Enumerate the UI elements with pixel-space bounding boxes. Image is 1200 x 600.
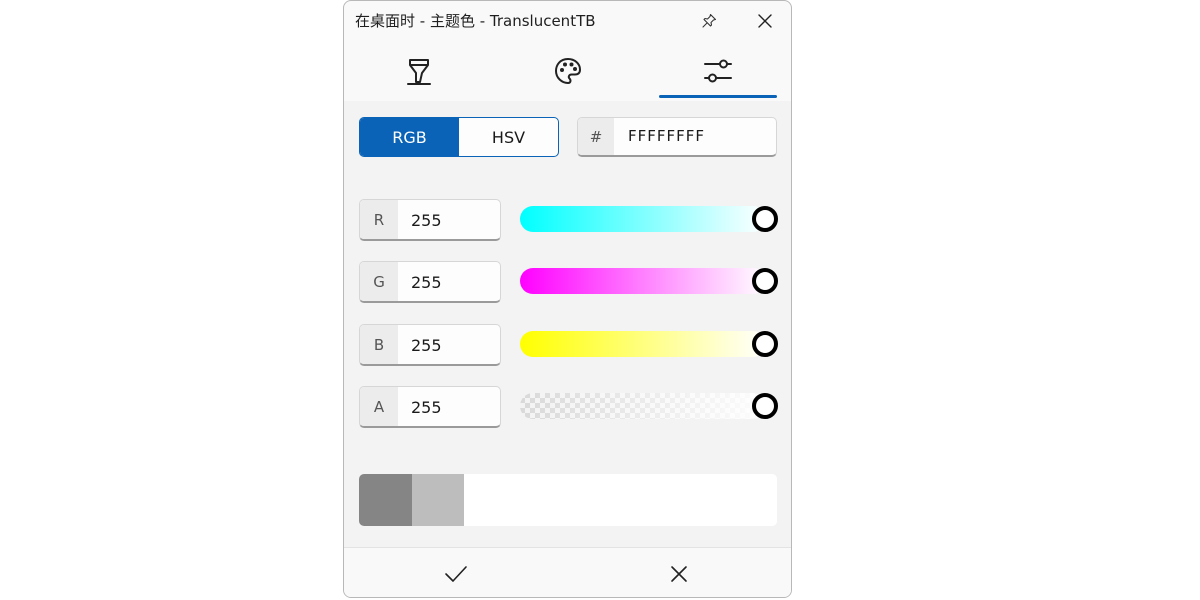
confirm-button[interactable] [436, 558, 476, 590]
color-preview [359, 474, 777, 526]
green-channel-label: G [360, 262, 398, 301]
green-slider-track[interactable] [520, 268, 766, 294]
green-slider[interactable] [520, 266, 778, 296]
red-channel-label: R [360, 200, 398, 239]
alpha-channel-value: 255 [411, 398, 442, 417]
color-editor: RGB HSV # FFFFFFFF R 255 G 255 B 255 A 2… [344, 101, 791, 547]
close-icon [671, 566, 687, 582]
blue-channel-input[interactable]: B 255 [359, 324, 501, 366]
color-picker-window: 在桌面时 - 主题色 - TranslucentTB RGB HSV # FFF… [343, 0, 792, 598]
blue-slider[interactable] [520, 329, 778, 359]
pin-icon [702, 13, 717, 28]
red-channel-value: 255 [411, 211, 442, 230]
rgb-mode-button[interactable]: RGB [360, 118, 459, 156]
hex-value: FFFFFFFF [628, 127, 706, 145]
red-slider[interactable] [520, 204, 778, 234]
tab-sliders[interactable] [659, 43, 777, 99]
hex-input[interactable]: # FFFFFFFF [577, 117, 777, 157]
sliders-icon [704, 59, 732, 83]
selected-tab-indicator [659, 95, 777, 98]
hex-prefix-label: # [578, 118, 614, 155]
alpha-channel-label: A [360, 387, 398, 426]
dialog-footer [344, 547, 791, 597]
hsv-mode-button[interactable]: HSV [459, 118, 558, 156]
palette-icon [555, 58, 581, 84]
red-slider-track[interactable] [520, 206, 766, 232]
green-slider-thumb[interactable] [752, 268, 778, 294]
check-icon [445, 566, 467, 582]
close-button[interactable] [750, 7, 780, 35]
blue-slider-track[interactable] [520, 331, 766, 357]
alpha-slider-track[interactable] [520, 393, 766, 419]
tab-bar [344, 43, 791, 101]
blue-channel-label: B [360, 325, 398, 364]
tab-palette[interactable] [509, 43, 627, 99]
current-color-swatch [464, 474, 777, 526]
alpha-gradient-overlay [520, 393, 766, 419]
alpha-slider-thumb[interactable] [752, 393, 778, 419]
title-bar: 在桌面时 - 主题色 - TranslucentTB [344, 1, 791, 41]
window-title: 在桌面时 - 主题色 - TranslucentTB [355, 12, 596, 30]
color-mode-toggle: RGB HSV [359, 117, 559, 157]
previous-color-swatch-dark[interactable] [359, 474, 412, 526]
close-icon [758, 14, 772, 28]
alpha-channel-input[interactable]: A 255 [359, 386, 501, 428]
green-channel-value: 255 [411, 273, 442, 292]
alpha-slider[interactable] [520, 391, 778, 421]
marker-icon [407, 59, 431, 85]
cancel-button[interactable] [659, 558, 699, 590]
tab-marker[interactable] [360, 43, 478, 99]
red-channel-input[interactable]: R 255 [359, 199, 501, 241]
previous-color-swatch-light[interactable] [412, 474, 464, 526]
blue-slider-thumb[interactable] [752, 331, 778, 357]
blue-channel-value: 255 [411, 336, 442, 355]
green-channel-input[interactable]: G 255 [359, 261, 501, 303]
pin-button[interactable] [694, 7, 724, 35]
red-slider-thumb[interactable] [752, 206, 778, 232]
